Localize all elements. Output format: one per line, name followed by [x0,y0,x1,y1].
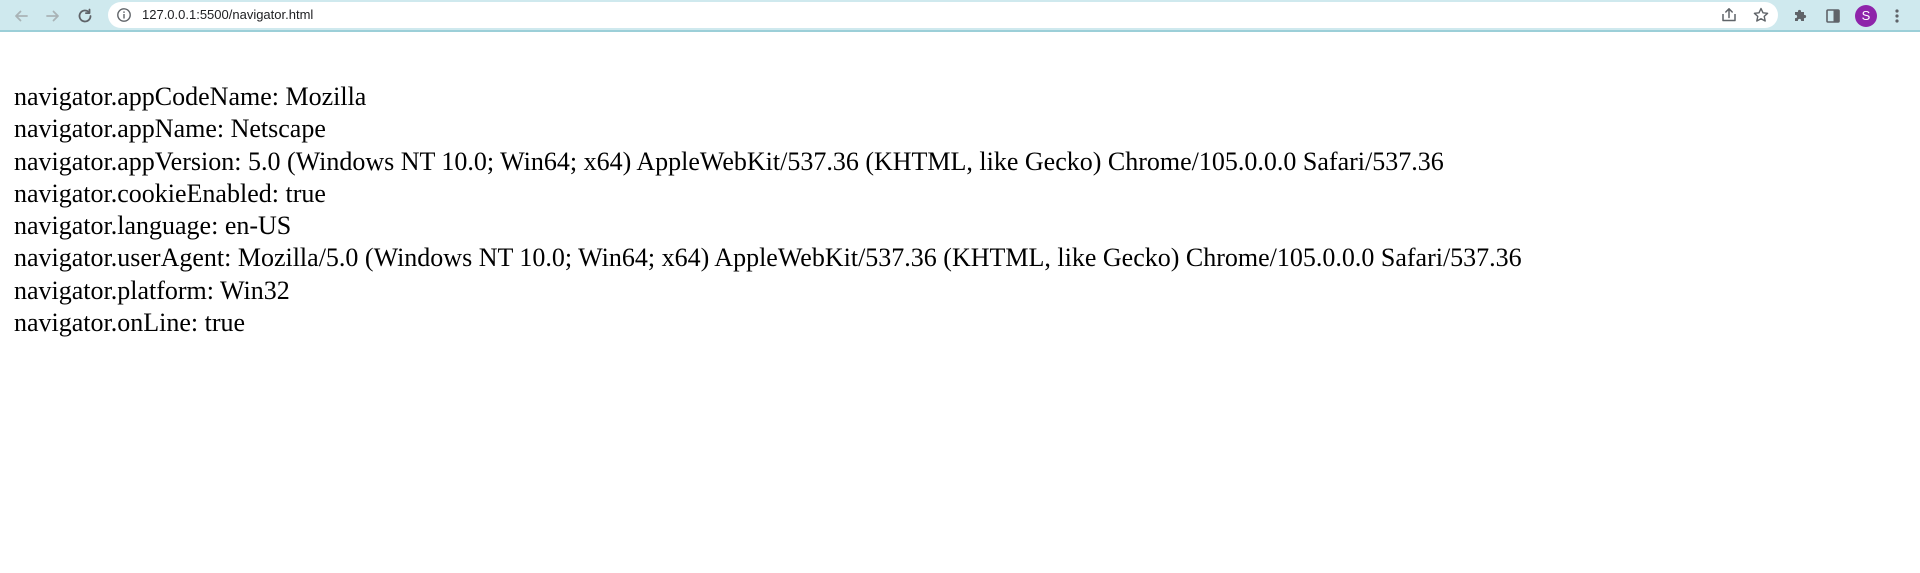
menu-button[interactable] [1884,3,1910,29]
profile-avatar[interactable]: S [1855,5,1877,27]
bookmark-star-icon[interactable] [1752,6,1770,24]
site-info-icon[interactable] [116,7,132,23]
address-bar[interactable]: 127.0.0.1:5500/navigator.html [108,2,1778,28]
side-panel-icon [1826,9,1840,23]
arrow-left-icon [15,10,28,22]
share-icon[interactable] [1720,6,1738,24]
arrow-right-icon [46,10,59,22]
forward-button[interactable] [40,3,66,29]
browser-toolbar: 127.0.0.1:5500/navigator.html S [0,0,1920,32]
side-panel-button[interactable] [1820,3,1846,29]
page-content: navigator.appCodeName: Mozilla navigator… [14,81,1522,339]
navigator-language: navigator.language: en-US [14,211,292,241]
back-button[interactable] [8,3,34,29]
navigator-online: navigator.onLine: true [14,308,246,338]
kebab-menu-icon [1895,9,1899,23]
navigator-user-agent: navigator.userAgent: Mozilla/5.0 (Window… [14,243,1522,273]
navigator-cookie-enabled: navigator.cookieEnabled: true [14,178,326,208]
extensions-button[interactable] [1788,3,1814,29]
navigator-platform: navigator.platform: Win32 [14,275,290,305]
navigator-app-code-name: navigator.appCodeName: Mozilla [14,82,367,111]
url-text[interactable]: 127.0.0.1:5500/navigator.html [142,2,313,28]
navigator-app-version: navigator.appVersion: 5.0 (Windows NT 10… [14,146,1444,176]
puzzle-icon [1795,9,1807,21]
reload-icon [78,8,92,23]
navigator-app-name: navigator.appName: Netscape [14,114,326,144]
reload-button[interactable] [72,3,98,29]
